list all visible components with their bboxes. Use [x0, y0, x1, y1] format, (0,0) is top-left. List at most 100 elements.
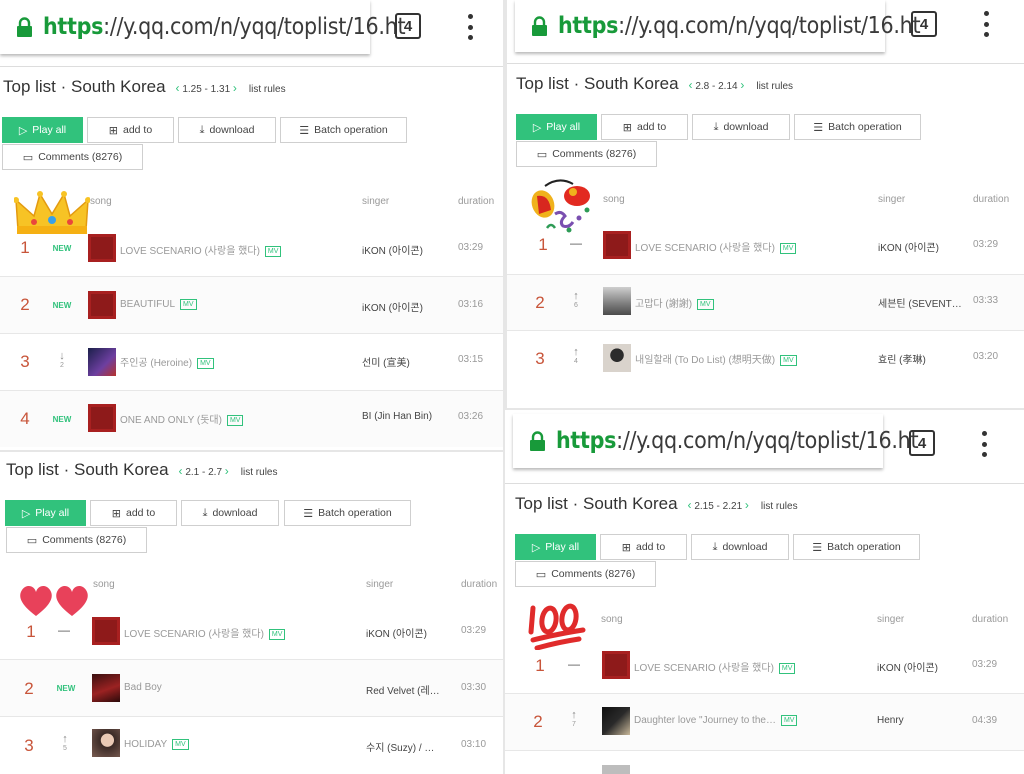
mv-badge[interactable]: MV	[268, 628, 286, 640]
batch-operation-button[interactable]: ☰ Batch operation	[284, 500, 411, 526]
album-cover[interactable]	[603, 231, 631, 259]
song-title[interactable]: LOVE SCENARIO (사랑을 했다) MV	[124, 625, 286, 640]
comments-button[interactable]: ▭ Comments (8276)	[515, 561, 656, 587]
song-title[interactable]: Daughter love "Journey to the… MV	[634, 715, 798, 726]
album-cover[interactable]	[92, 729, 120, 757]
song-title[interactable]: Bad Boy	[124, 682, 162, 693]
menu-icon[interactable]	[467, 14, 473, 40]
add-to-button[interactable]: ⊞ add to	[600, 534, 687, 560]
play-all-button[interactable]: ▷ Play all	[5, 500, 86, 526]
album-cover[interactable]	[92, 617, 120, 645]
mv-badge[interactable]: MV	[172, 739, 189, 750]
prev-week-icon[interactable]: ‹	[689, 78, 693, 92]
mv-badge[interactable]: MV	[180, 299, 197, 310]
list-rules-link[interactable]: list rules	[249, 84, 286, 95]
mv-badge[interactable]: MV	[697, 298, 714, 310]
table-row[interactable]: 1 — LOVE SCENARIO (사랑을 했다) MV iKON (아이콘) …	[507, 217, 1024, 273]
menu-icon[interactable]	[981, 431, 987, 457]
play-all-button[interactable]: ▷ Play all	[516, 114, 597, 140]
next-week-icon[interactable]: ›	[233, 81, 237, 95]
add-to-button[interactable]: ⊞ add to	[90, 500, 177, 526]
table-row[interactable]: 2 NEW BEAUTIFUL MV iKON (아이콘) 03:16	[0, 277, 503, 333]
mv-badge[interactable]: MV	[226, 414, 244, 426]
table-row[interactable]: 4 NEW ONE AND ONLY (돗대) MV BI (Jin Han Bi…	[0, 391, 503, 447]
singer[interactable]: Red Velvet (레…	[366, 682, 440, 697]
mv-badge[interactable]: MV	[779, 242, 797, 254]
mv-badge[interactable]: MV	[778, 662, 796, 674]
singer[interactable]: iKON (아이콘)	[877, 659, 938, 674]
album-cover[interactable]	[88, 404, 116, 432]
url-field[interactable]: https://y.qq.com/n/yqq/toplist/16.ht	[0, 0, 406, 54]
play-all-button[interactable]: ▷ Play all	[2, 117, 83, 143]
singer[interactable]: Henry	[877, 715, 904, 726]
comments-button[interactable]: ▭ Comments (8276)	[2, 144, 143, 170]
mv-badge[interactable]: MV	[780, 354, 797, 366]
album-cover[interactable]	[88, 291, 116, 319]
album-cover[interactable]	[92, 674, 120, 702]
singer[interactable]: iKON (아이콘)	[366, 625, 427, 640]
album-cover[interactable]	[88, 234, 116, 262]
download-button[interactable]: ⤓ download	[692, 114, 790, 140]
download-button[interactable]: ⤓ download	[178, 117, 276, 143]
batch-operation-button[interactable]: ☰ Batch operation	[793, 534, 920, 560]
table-row[interactable]: 2 ↑ 6 고맙다 (謝謝) MV 세븐틴 (SEVENT… 03:33	[507, 275, 1024, 331]
song-title[interactable]: ONE AND ONLY (돗대) MV	[120, 411, 244, 426]
album-cover[interactable]	[602, 707, 630, 735]
table-row[interactable]: 3 ↓ 2 주인공 (Heroine) MV 선미 (宣美) 03:15	[0, 334, 503, 390]
table-row-partial[interactable]	[505, 751, 1024, 774]
next-week-icon[interactable]: ›	[745, 498, 749, 512]
song-title[interactable]: LOVE SCENARIO (사랑을 했다) MV	[634, 659, 796, 674]
singer[interactable]: iKON (아이콘)	[362, 299, 423, 314]
next-week-icon[interactable]: ›	[740, 78, 744, 92]
next-week-icon[interactable]: ›	[225, 464, 229, 478]
prev-week-icon[interactable]: ‹	[176, 81, 180, 95]
batch-operation-button[interactable]: ☰ Batch operation	[280, 117, 407, 143]
play-all-button[interactable]: ▷ Play all	[515, 534, 596, 560]
mv-badge[interactable]: MV	[780, 715, 798, 726]
album-cover[interactable]	[602, 765, 630, 774]
song-title[interactable]: BEAUTIFUL MV	[120, 299, 197, 310]
singer[interactable]: iKON (아이콘)	[878, 239, 939, 254]
add-to-button[interactable]: ⊞ add to	[87, 117, 174, 143]
album-cover[interactable]	[602, 651, 630, 679]
table-row[interactable]: 1 — LOVE SCENARIO (사랑을 했다) MV iKON (아이콘) …	[0, 603, 503, 659]
song-title[interactable]: 내일할래 (To Do List) (想明天做) MV	[635, 351, 797, 366]
song-title[interactable]: LOVE SCENARIO (사랑을 했다) MV	[635, 239, 797, 254]
song-title[interactable]: LOVE SCENARIO (사랑을 했다) MV	[120, 242, 282, 257]
tab-count-button[interactable]: 4	[395, 13, 421, 39]
url-field[interactable]: https://y.qq.com/n/yqq/toplist/16.ht	[515, 0, 921, 52]
list-rules-link[interactable]: list rules	[761, 501, 798, 512]
table-row[interactable]: 1 — LOVE SCENARIO (사랑을 했다) MV iKON (아이콘) …	[505, 637, 1024, 693]
mv-badge[interactable]: MV	[197, 357, 214, 369]
song-title[interactable]: 고맙다 (謝謝) MV	[635, 295, 714, 310]
singer[interactable]: 세븐틴 (SEVENT…	[878, 295, 962, 310]
tab-count-button[interactable]: 4	[909, 430, 935, 456]
singer[interactable]: 수지 (Suzy) / …	[366, 739, 434, 754]
list-rules-link[interactable]: list rules	[756, 81, 793, 92]
song-title[interactable]: HOLIDAY MV	[124, 739, 189, 750]
table-row[interactable]: 3 ↑ 4 내일할래 (To Do List) (想明天做) MV 효린 (孝琳) …	[507, 331, 1024, 387]
comments-button[interactable]: ▭ Comments (8276)	[516, 141, 657, 167]
song-title[interactable]: 주인공 (Heroine) MV	[120, 354, 214, 369]
week-selector[interactable]: ‹ 2.1 - 2.7 ›	[179, 464, 229, 478]
list-rules-link[interactable]: list rules	[241, 467, 278, 478]
download-button[interactable]: ⤓ download	[691, 534, 789, 560]
album-cover[interactable]	[603, 287, 631, 315]
url-field[interactable]: https://y.qq.com/n/yqq/toplist/16.ht	[513, 414, 919, 468]
table-row[interactable]: 3 ↑ 5 HOLIDAY MV 수지 (Suzy) / … 03:10	[0, 717, 503, 773]
add-to-button[interactable]: ⊞ add to	[601, 114, 688, 140]
menu-icon[interactable]	[983, 11, 989, 37]
album-cover[interactable]	[88, 348, 116, 376]
album-cover[interactable]	[603, 344, 631, 372]
table-row[interactable]: 1 NEW LOVE SCENARIO (사랑을 했다) MV iKON (아이콘…	[0, 220, 503, 276]
prev-week-icon[interactable]: ‹	[688, 498, 692, 512]
week-selector[interactable]: ‹ 1.25 - 1.31 ›	[176, 81, 237, 95]
download-button[interactable]: ⤓ download	[181, 500, 279, 526]
singer[interactable]: 효린 (孝琳)	[878, 351, 926, 366]
week-selector[interactable]: ‹ 2.8 - 2.14 ›	[689, 78, 745, 92]
table-row[interactable]: 2 NEW Bad Boy Red Velvet (레… 03:30	[0, 660, 503, 716]
singer[interactable]: iKON (아이콘)	[362, 242, 423, 257]
singer[interactable]: 선미 (宣美)	[362, 354, 410, 369]
table-row[interactable]: 2 ↑ 7 Daughter love "Journey to the… MV He…	[505, 694, 1024, 750]
mv-badge[interactable]: MV	[264, 245, 282, 257]
